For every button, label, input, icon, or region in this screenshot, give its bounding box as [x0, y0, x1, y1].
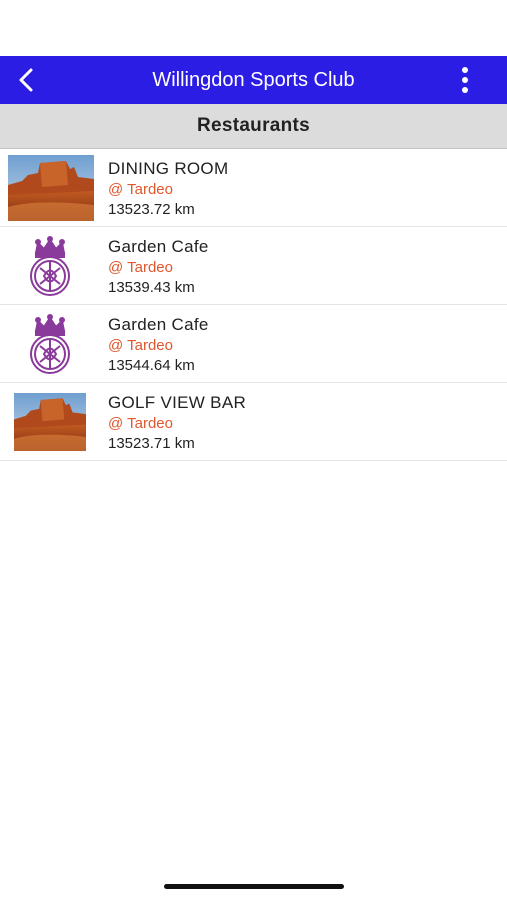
more-options-button[interactable]: [453, 62, 477, 98]
restaurant-distance: 13523.71 km: [108, 435, 195, 452]
chevron-left-icon: [19, 68, 33, 92]
club-crest-logo: [20, 313, 80, 375]
restaurant-list: DINING ROOM @ Tardeo 13523.72 km Garden …: [0, 149, 507, 461]
restaurant-name: GOLF VIEW BAR: [108, 393, 247, 412]
app-title: Willingdon Sports Club: [152, 69, 355, 91]
restaurant-distance: 13523.72 km: [108, 201, 195, 218]
restaurant-name: Garden Cafe: [108, 315, 209, 334]
restaurant-distance: 13539.43 km: [108, 279, 195, 296]
restaurant-row[interactable]: Garden Cafe @ Tardeo 13539.43 km: [0, 227, 507, 305]
section-title: Restaurants: [0, 104, 507, 149]
app-bar: Willingdon Sports Club: [0, 56, 507, 104]
restaurant-row[interactable]: DINING ROOM @ Tardeo 13523.72 km: [0, 149, 507, 227]
restaurant-location: @ Tardeo: [108, 259, 173, 276]
desert-mesa-photo: [8, 155, 94, 221]
restaurant-info: Garden Cafe @ Tardeo 13544.64 km: [108, 314, 497, 376]
back-button[interactable]: [8, 62, 44, 98]
restaurant-row[interactable]: GOLF VIEW BAR @ Tardeo 13523.71 km: [0, 383, 507, 461]
restaurant-distance: 13544.64 km: [108, 357, 195, 374]
restaurant-name: Garden Cafe: [108, 237, 209, 256]
home-indicator[interactable]: [164, 884, 344, 889]
restaurant-row[interactable]: Garden Cafe @ Tardeo 13544.64 km: [0, 305, 507, 383]
restaurant-location: @ Tardeo: [108, 415, 173, 432]
club-crest-logo: [20, 235, 80, 297]
restaurant-name: DINING ROOM: [108, 159, 229, 178]
restaurant-location: @ Tardeo: [108, 337, 173, 354]
more-vertical-icon: [462, 67, 468, 93]
status-bar: [0, 0, 507, 56]
restaurant-info: DINING ROOM @ Tardeo 13523.72 km: [108, 158, 497, 220]
restaurant-location: @ Tardeo: [108, 181, 173, 198]
restaurant-info: GOLF VIEW BAR @ Tardeo 13523.71 km: [108, 392, 497, 454]
restaurant-info: Garden Cafe @ Tardeo 13539.43 km: [108, 236, 497, 298]
desert-mesa-photo: [14, 393, 86, 451]
